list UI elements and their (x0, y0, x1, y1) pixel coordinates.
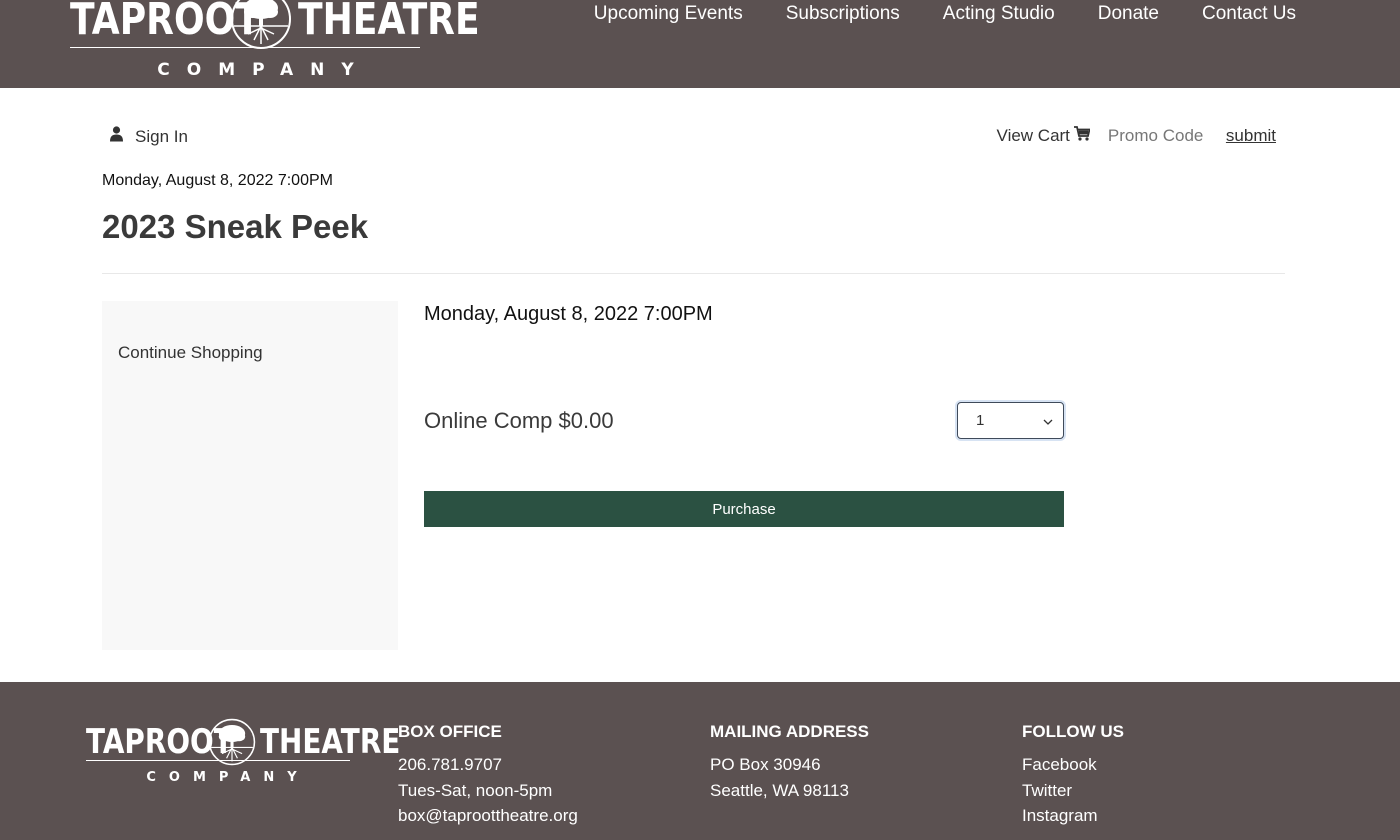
view-cart-link[interactable]: View Cart (996, 126, 1091, 146)
box-office-heading: BOX OFFICE (398, 722, 502, 741)
sign-in-label: Sign In (135, 126, 188, 146)
box-office-hours: Tues-Sat, noon-5pm (398, 780, 553, 800)
cart-promo-bar: View Cart submit (997, 126, 1276, 146)
chevron-down-icon (1043, 412, 1053, 429)
instagram-link[interactable]: Instagram (1022, 803, 1124, 829)
page-title: 2023 Sneak Peek (102, 208, 369, 245)
footer-logo-word-taproot: TAPROOT (86, 722, 233, 762)
mailing-address-heading: MAILING ADDRESS (710, 722, 869, 741)
logo-word-taproot: TAPROOT (70, 0, 260, 45)
divider (102, 273, 1285, 274)
view-cart-label: View Cart (996, 126, 1070, 145)
logo-word-theatre: THEATRE (298, 0, 480, 45)
promo-code-input[interactable] (1107, 126, 1212, 146)
site-header: TAPROOT THEATRE COMPANY Upcoming Events … (0, 0, 1400, 88)
nav-upcoming-events[interactable]: Upcoming Events (594, 3, 743, 25)
mailing-line-2: Seattle, WA 98113 (710, 780, 849, 800)
sidebar: Continue Shopping (102, 301, 398, 650)
main-nav: Upcoming Events Subscriptions Acting Stu… (594, 3, 1296, 25)
performance-date: Monday, August 8, 2022 7:00PM (424, 303, 713, 325)
sign-in-link[interactable]: Sign In (110, 126, 188, 147)
nav-donate[interactable]: Donate (1098, 3, 1159, 25)
cart-icon (1073, 126, 1091, 146)
box-office-email[interactable]: box@taproottheatre.org (398, 803, 578, 829)
follow-us-section: FOLLOW US Facebook Twitter Instagram (1022, 722, 1124, 829)
continue-shopping-link[interactable]: Continue Shopping (118, 343, 263, 363)
footer-logo-company: COMPANY (146, 770, 310, 785)
purchase-button[interactable]: Purchase (424, 491, 1064, 527)
follow-us-heading: FOLLOW US (1022, 722, 1124, 741)
logo-company: COMPANY (157, 60, 371, 80)
site-footer: TAPROOT THEATRE COMPANY BOX OFFICE 206.7… (0, 682, 1400, 840)
promo-submit-link[interactable]: submit (1226, 126, 1276, 146)
mailing-line-1: PO Box 30946 (710, 755, 821, 774)
ticket-type-label: Online Comp $0.00 (424, 408, 614, 433)
mailing-address-section: MAILING ADDRESS PO Box 30946 Seattle, WA… (710, 722, 869, 803)
quantity-select[interactable]: 1 (957, 402, 1064, 439)
user-icon (110, 126, 123, 147)
nav-acting-studio[interactable]: Acting Studio (943, 3, 1055, 25)
box-office-phone[interactable]: 206.781.9707 (398, 752, 578, 778)
quantity-value: 1 (976, 412, 985, 429)
nav-subscriptions[interactable]: Subscriptions (786, 3, 900, 25)
logo-rule (70, 47, 420, 48)
footer-logo-rule (86, 760, 350, 761)
twitter-link[interactable]: Twitter (1022, 778, 1124, 804)
box-office-section: BOX OFFICE 206.781.9707 Tues-Sat, noon-5… (398, 722, 578, 829)
footer-logo[interactable]: TAPROOT THEATRE COMPANY (86, 718, 401, 785)
site-logo[interactable]: TAPROOT THEATRE COMPANY (70, 0, 480, 80)
facebook-link[interactable]: Facebook (1022, 752, 1124, 778)
event-date: Monday, August 8, 2022 7:00PM (102, 172, 333, 189)
footer-logo-word-theatre: THEATRE (260, 722, 401, 762)
nav-contact-us[interactable]: Contact Us (1202, 3, 1296, 25)
